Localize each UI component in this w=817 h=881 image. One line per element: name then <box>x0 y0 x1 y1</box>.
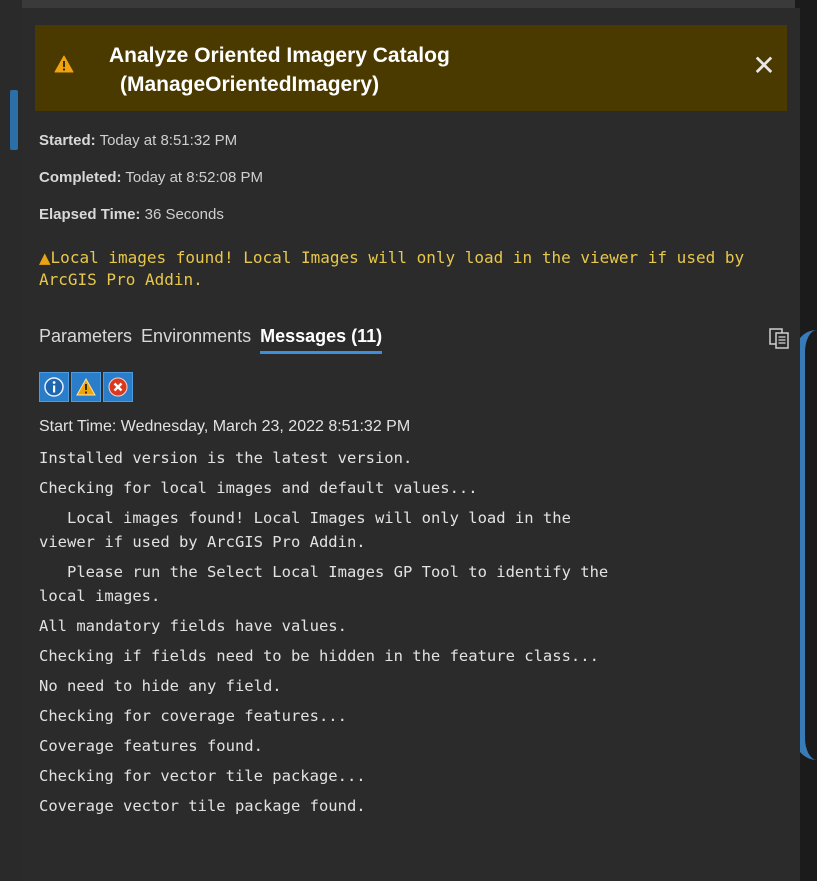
tab-parameters[interactable]: Parameters <box>39 326 132 354</box>
filter-error-button[interactable] <box>103 372 133 402</box>
warning-summary-text: Local images found! Local Images will on… <box>39 248 745 289</box>
warning-icon: ▲ <box>39 249 51 267</box>
background-map-edge <box>10 90 18 150</box>
background-strip-top <box>0 0 817 8</box>
geoprocessing-details-popup: Analyze Oriented Imagery Catalog (Manage… <box>22 8 800 881</box>
completed-value: Today at 8:52:08 PM <box>121 169 263 186</box>
close-button[interactable]: ✕ <box>751 50 777 81</box>
elapsed-row: Elapsed Time: 36 Seconds <box>39 206 224 223</box>
error-icon <box>108 377 128 397</box>
background-strip-left <box>0 0 22 881</box>
details-tabs: Parameters Environments Messages (11) <box>39 326 391 354</box>
info-icon <box>44 377 64 397</box>
message-line: Coverage features found. <box>39 737 263 755</box>
started-label: Started: <box>39 132 96 149</box>
warning-summary: ▲Local images found! Local Images will o… <box>39 247 779 291</box>
warning-icon <box>76 377 96 396</box>
tab-environments[interactable]: Environments <box>141 326 251 354</box>
tab-messages[interactable]: Messages (11) <box>260 326 383 354</box>
elapsed-label: Elapsed Time: <box>39 206 141 223</box>
message-line: Checking for coverage features... <box>39 707 347 725</box>
message-line: Checking for local images and default va… <box>39 479 478 497</box>
messages-list: Start Time: Wednesday, March 23, 2022 8:… <box>39 416 789 824</box>
tool-title-line2: (ManageOrientedImagery) <box>120 73 380 96</box>
copy-messages-button[interactable] <box>768 327 790 349</box>
warning-icon <box>54 55 74 73</box>
started-value: Today at 8:51:32 PM <box>95 132 238 149</box>
message-line: Installed version is the latest version. <box>39 449 413 467</box>
tool-title-line1: Analyze Oriented Imagery Catalog <box>109 44 450 67</box>
filter-info-button[interactable] <box>39 372 69 402</box>
popup-header: Analyze Oriented Imagery Catalog (Manage… <box>35 25 787 111</box>
message-line: Checking for vector tile package... <box>39 767 366 785</box>
started-row: Started: Today at 8:51:32 PM <box>39 132 237 149</box>
message-line: All mandatory fields have values. <box>39 617 347 635</box>
message-line: Checking if fields need to be hidden in … <box>39 647 599 665</box>
completed-label: Completed: <box>39 169 122 186</box>
copy-icon <box>769 328 789 349</box>
message-line: Coverage vector tile package found. <box>39 797 366 815</box>
message-line: Please run the Select Local Images GP To… <box>39 563 609 605</box>
filter-warning-button[interactable] <box>71 372 101 402</box>
message-line: Local images found! Local Images will on… <box>39 509 571 551</box>
close-icon: ✕ <box>752 50 776 81</box>
message-line: No need to hide any field. <box>39 677 282 695</box>
elapsed-value: 36 Seconds <box>140 206 224 223</box>
tool-title: Analyze Oriented Imagery Catalog (Manage… <box>109 41 669 99</box>
message-line: Start Time: Wednesday, March 23, 2022 8:… <box>39 418 411 435</box>
message-filters <box>39 372 133 402</box>
completed-row: Completed: Today at 8:52:08 PM <box>39 169 263 186</box>
